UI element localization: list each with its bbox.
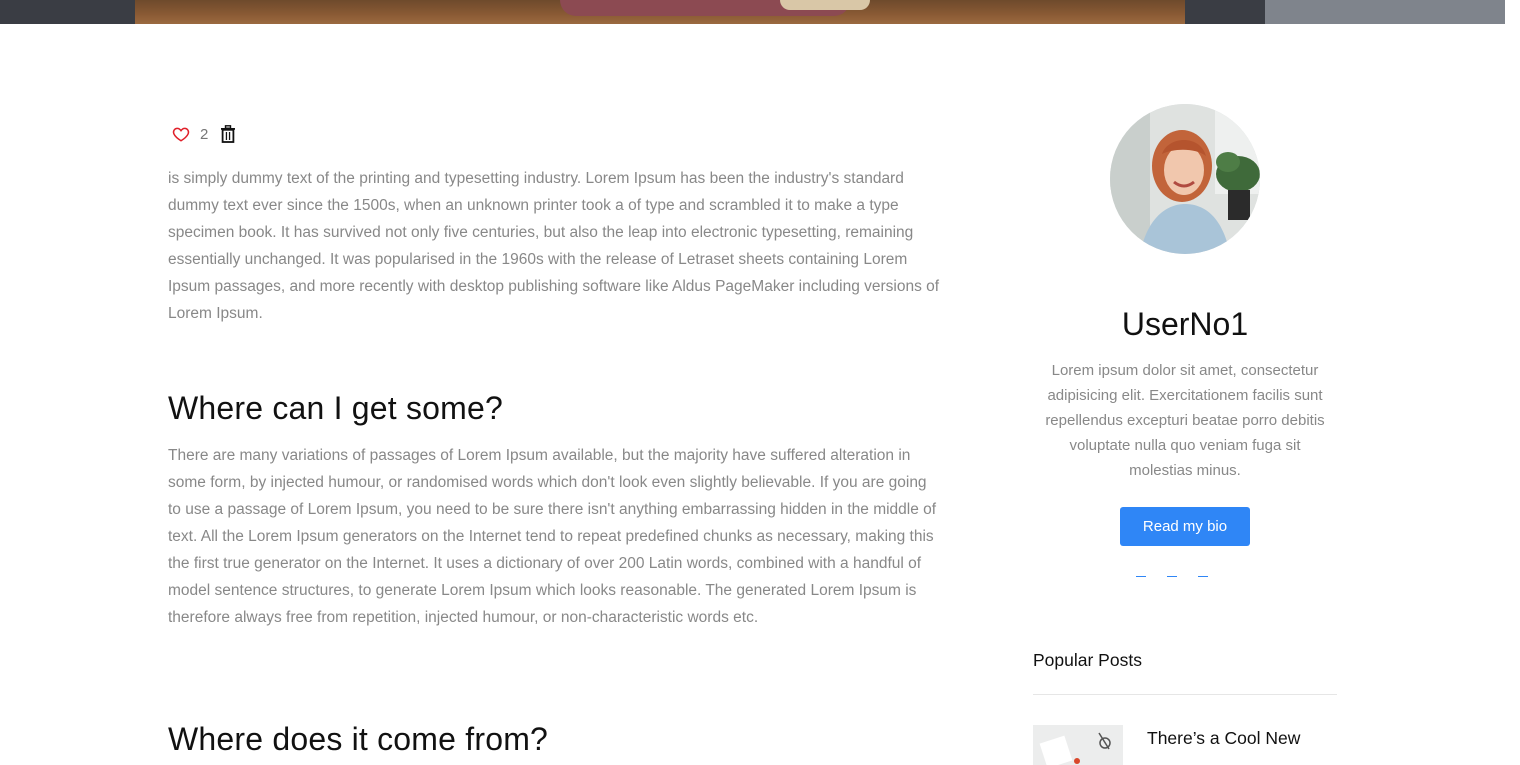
social-link-icon[interactable] xyxy=(1198,566,1208,577)
section-paragraph: There are many variations of passages of… xyxy=(168,447,937,626)
heart-icon[interactable] xyxy=(172,125,190,143)
author-username: UserNo1 xyxy=(1121,306,1249,342)
post-meta: 2 xyxy=(172,124,236,144)
hero-image xyxy=(0,0,1505,24)
social-link-icon[interactable] xyxy=(1167,566,1177,577)
trash-icon[interactable] xyxy=(218,125,236,143)
like-count: 2 xyxy=(200,125,209,143)
author-avatar xyxy=(1110,104,1260,254)
divider xyxy=(1033,694,1337,695)
section-heading-where-can-i-get-some: Where can I get some? xyxy=(168,390,504,426)
social-link-icon[interactable] xyxy=(1136,566,1146,577)
popular-posts-title: Popular Posts xyxy=(1033,650,1142,670)
read-my-bio-button[interactable]: Read my bio xyxy=(1120,507,1250,546)
section-heading-where-does-it-come-from: Where does it come from? xyxy=(168,721,549,757)
author-bio: Lorem ipsum dolor sit amet, consectetur … xyxy=(1045,362,1325,479)
social-links xyxy=(1136,566,1208,577)
popular-post-thumbnail[interactable] xyxy=(1033,725,1123,765)
popular-post-title[interactable]: There’s a Cool New xyxy=(1147,728,1300,749)
intro-paragraph: is simply dummy text of the printing and… xyxy=(168,170,940,322)
